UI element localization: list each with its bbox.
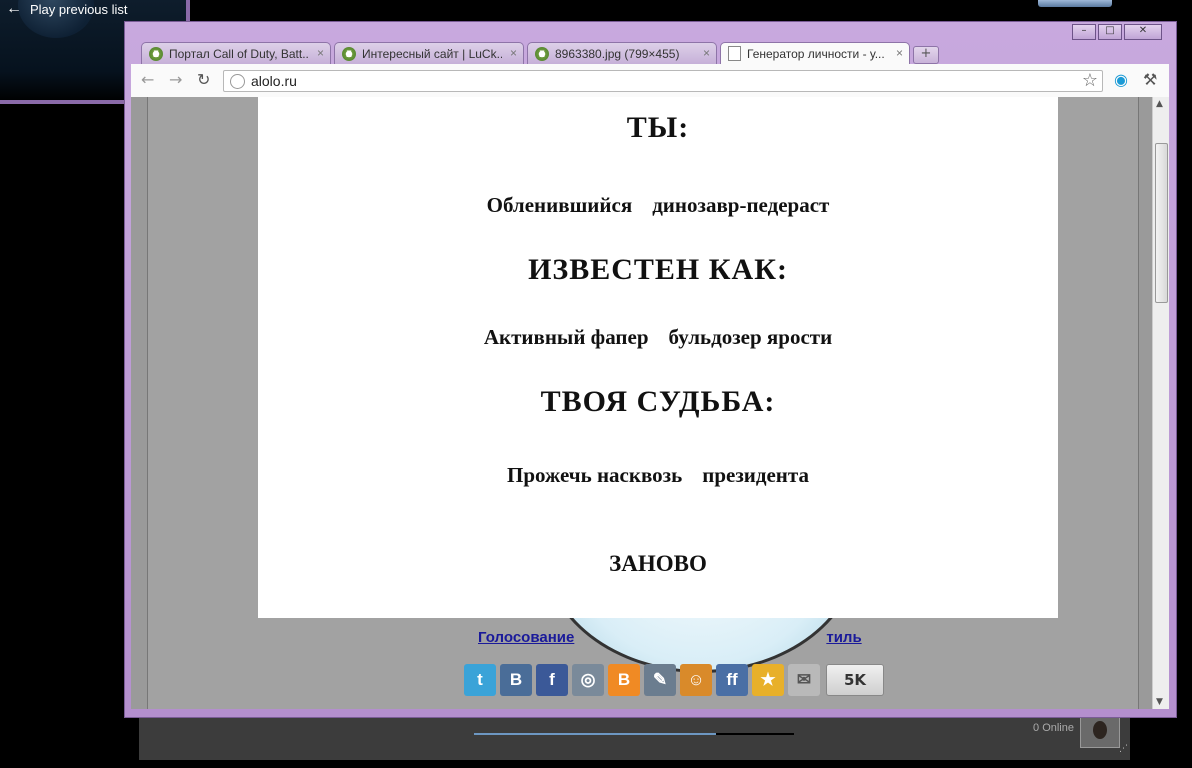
email-icon[interactable]: ✉	[788, 664, 820, 696]
close-window-icon[interactable]: ✕	[1124, 24, 1162, 40]
share-count: 5K	[826, 664, 884, 696]
twitter-icon[interactable]: t	[464, 664, 496, 696]
scroll-up-icon[interactable]: ▲	[1156, 99, 1163, 109]
tab-title: Интересный сайт | LuCk...	[362, 46, 502, 61]
voting-link-tail[interactable]: тиль	[826, 629, 861, 646]
new-tab-button[interactable]: +	[913, 46, 939, 64]
maximize-icon[interactable]: □	[1098, 24, 1122, 40]
play-previous-list-label: Play previous list	[30, 1, 128, 17]
tab-close-icon[interactable]: ×	[510, 46, 517, 60]
friends-online-count[interactable]: 0 Online	[1033, 722, 1074, 734]
play-previous-list-button[interactable]: ← Play previous list	[6, 0, 128, 18]
skype-extension-icon[interactable]: ◉	[1114, 70, 1128, 89]
restart-link[interactable]: ЗАНОВО	[258, 551, 1058, 577]
scrollbar-thumb[interactable]	[1155, 143, 1168, 303]
tab-strip: Z Портал Call of Duty, Batt... × Z Интер…	[141, 42, 939, 64]
media-player-separator	[186, 0, 190, 22]
known-second: бульдозер ярости	[668, 325, 833, 349]
friendfeed-icon[interactable]: ff	[716, 664, 748, 696]
z-icon: Z	[342, 46, 356, 61]
you-noun: динозавр-педераст	[652, 193, 830, 217]
favorites-star-icon[interactable]: ★	[752, 664, 784, 696]
you-adjective: Обленившийся	[486, 193, 633, 217]
vertical-scrollbar[interactable]: ▲ ▼	[1152, 97, 1169, 709]
back-icon[interactable]: ←	[141, 70, 154, 89]
fate-object: президента	[702, 463, 809, 487]
z-icon: Z	[149, 46, 163, 61]
you-value: Обленившийся динозавр-педераст	[258, 193, 1058, 218]
share-buttons: t B f ◎ B ✎ ☺ ff ★ ✉ 5K	[464, 664, 884, 696]
address-bar[interactable]: alolo.ru ☆	[223, 70, 1103, 92]
voting-link-text[interactable]: Голосование	[478, 629, 574, 646]
google-buzz-icon[interactable]: ◎	[572, 664, 604, 696]
scroll-down-icon[interactable]: ▼	[1156, 697, 1163, 707]
tab-close-icon[interactable]: ×	[317, 46, 324, 60]
fate-verb: Прожечь насквозь	[507, 463, 683, 487]
page-icon	[728, 46, 741, 61]
media-player-top-button[interactable]	[1038, 0, 1112, 7]
download-progress-fill	[474, 733, 716, 735]
reload-icon[interactable]: ↻	[197, 70, 210, 89]
tab-title: Портал Call of Duty, Batt...	[169, 46, 309, 61]
url-text[interactable]: alolo.ru	[251, 73, 297, 89]
minimize-icon[interactable]: –	[1072, 24, 1096, 40]
media-player-divider	[0, 100, 124, 104]
wrench-icon[interactable]: ⚒	[1143, 70, 1157, 89]
browser-toolbar: ← → ↻ alolo.ru ☆ ◉ ⚒	[131, 64, 1169, 97]
tab-title: 8963380.jpg (799×455)	[555, 46, 680, 61]
back-arrow-icon: ←	[6, 0, 22, 17]
tab-2[interactable]: Z Интересный сайт | LuCk... ×	[334, 42, 524, 64]
bookmark-star-icon[interactable]: ☆	[1082, 71, 1098, 91]
heading-you: ТЫ:	[626, 111, 690, 144]
blogger-icon[interactable]: B	[608, 664, 640, 696]
heading-fate: ТВОЯ СУДЬБА:	[540, 385, 776, 418]
steam-status-bar: 0 Online ⋰	[139, 712, 1130, 760]
known-first: Активный фапер	[483, 325, 649, 349]
vkontakte-icon[interactable]: B	[500, 664, 532, 696]
tab-4-active[interactable]: Генератор личности - у... ×	[720, 42, 910, 64]
myworld-icon[interactable]: ☺	[680, 664, 712, 696]
result-card: ТЫ: Обленившийся динозавр-педераст ИЗВЕСТ…	[258, 97, 1058, 618]
user-avatar[interactable]	[1080, 716, 1120, 748]
tab-1[interactable]: Z Портал Call of Duty, Batt... ×	[141, 42, 331, 64]
facebook-icon[interactable]: f	[536, 664, 568, 696]
globe-icon	[230, 73, 245, 89]
forward-icon[interactable]: →	[169, 70, 182, 89]
tab-title: Генератор личности - у...	[747, 46, 885, 61]
heading-known-as: ИЗВЕСТЕН КАК:	[528, 253, 788, 286]
tab-3[interactable]: Z 8963380.jpg (799×455) ×	[527, 42, 717, 64]
z-icon: Z	[535, 46, 549, 61]
voting-link[interactable]: Голосование тиль	[478, 629, 862, 646]
page-background: ТЫ: Обленившийся динозавр-педераст ИЗВЕСТ…	[147, 97, 1139, 709]
livejournal-icon[interactable]: ✎	[644, 664, 676, 696]
tab-close-icon[interactable]: ×	[896, 46, 903, 60]
known-value: Активный фапер бульдозер ярости	[258, 325, 1058, 350]
tab-close-icon[interactable]: ×	[703, 46, 710, 60]
browser-window: – □ ✕ Z Портал Call of Duty, Batt... × Z…	[124, 21, 1177, 718]
window-controls: – □ ✕	[1072, 24, 1162, 40]
fate-value: Прожечь насквозь президента	[258, 463, 1058, 488]
resize-grip-icon[interactable]: ⋰	[1119, 744, 1128, 754]
page-viewport: ТЫ: Обленившийся динозавр-педераст ИЗВЕСТ…	[131, 97, 1169, 709]
download-progress-bar	[474, 733, 794, 735]
